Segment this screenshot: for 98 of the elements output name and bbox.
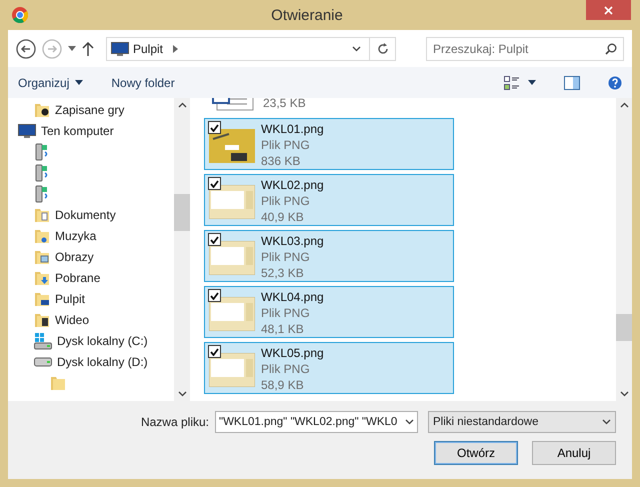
dropdown-arrow-icon bbox=[75, 80, 84, 85]
tree-item[interactable]: Zapisane gry bbox=[55, 102, 124, 116]
help-icon[interactable] bbox=[608, 76, 622, 90]
file-name: WKL03.png bbox=[261, 233, 324, 249]
checkbox[interactable] bbox=[208, 177, 221, 190]
scroll-down-icon bbox=[178, 391, 186, 397]
file-item[interactable]: WKL01.png Plik PNG 836 KB bbox=[204, 118, 454, 170]
scrollbar[interactable] bbox=[616, 98, 632, 401]
nav-button[interactable] bbox=[82, 42, 94, 56]
games-folder-icon bbox=[34, 102, 50, 118]
file-item[interactable]: WKL02.png Plik PNG 40,9 KB bbox=[204, 174, 454, 226]
file-item[interactable]: 23,5 KB bbox=[204, 98, 454, 114]
scroll-up-icon bbox=[620, 102, 628, 108]
checkbox[interactable] bbox=[208, 345, 221, 358]
network-device-icon bbox=[34, 184, 50, 202]
file-item[interactable]: WKL04.png Plik PNG 48,1 KB bbox=[204, 286, 454, 338]
pictures-folder-icon bbox=[34, 248, 50, 264]
scroll-down-icon bbox=[620, 391, 628, 397]
refresh-icon[interactable] bbox=[376, 42, 388, 54]
file-type: Plik PNG bbox=[261, 137, 311, 153]
tree-item[interactable]: Muzyka bbox=[55, 228, 96, 242]
nav-button[interactable] bbox=[16, 38, 36, 58]
tree-item[interactable]: Dysk lokalny (D:) bbox=[57, 354, 148, 368]
tree-item[interactable]: Ten komputer bbox=[41, 124, 114, 138]
view-options-icon[interactable] bbox=[504, 76, 520, 90]
file-type: Plik PNG bbox=[261, 193, 311, 209]
network-device-icon bbox=[34, 142, 50, 160]
file-size: 836 KB bbox=[261, 153, 302, 169]
search-icon bbox=[605, 42, 617, 54]
app-logo-icon bbox=[12, 7, 28, 23]
file-size: 58,9 KB bbox=[261, 377, 305, 393]
dropdown-arrow-icon bbox=[68, 46, 76, 51]
screenshot-thumbnail bbox=[209, 353, 255, 387]
file-name-field[interactable]: "WKL01.png" "WKL02.png" "WKL0 bbox=[215, 411, 418, 433]
scrollbar[interactable] bbox=[174, 98, 190, 401]
close-icon bbox=[604, 6, 614, 14]
file-item[interactable]: WKL03.png Plik PNG 52,3 KB bbox=[204, 230, 454, 282]
desktop-icon bbox=[111, 42, 129, 56]
dialog-button[interactable]: Otwórz bbox=[434, 441, 518, 465]
tree-item[interactable]: Pulpit bbox=[55, 292, 86, 306]
window-title: Otwieranie bbox=[271, 6, 343, 24]
breadcrumb-item[interactable]: Pulpit bbox=[133, 42, 164, 56]
toolbar-button[interactable]: Organizuj bbox=[18, 76, 84, 90]
up-arrow-icon bbox=[82, 42, 94, 56]
desktop-folder-icon bbox=[34, 290, 50, 306]
music-folder-icon bbox=[34, 228, 50, 244]
preview-pane-icon[interactable] bbox=[564, 76, 580, 90]
toolbar-button[interactable]: Nowy folder bbox=[111, 76, 175, 90]
checkmark-icon bbox=[210, 180, 219, 188]
checkmark-icon bbox=[210, 348, 219, 356]
file-type: Plik PNG bbox=[261, 361, 311, 377]
checkbox[interactable] bbox=[208, 233, 221, 246]
screenshot-thumbnail bbox=[209, 297, 255, 331]
system-drive-icon bbox=[34, 332, 52, 350]
computer-icon bbox=[18, 124, 36, 138]
file-size: 52,3 KB bbox=[261, 265, 305, 281]
scroll-up-icon bbox=[178, 102, 186, 108]
file-name: WKL05.png bbox=[261, 345, 324, 361]
tree-item[interactable]: Obrazy bbox=[55, 250, 94, 264]
breadcrumb-arrow-icon bbox=[173, 44, 178, 52]
file-type-dropdown[interactable]: Pliki niestandardowe bbox=[428, 411, 616, 433]
file-name: WKL04.png bbox=[261, 289, 324, 305]
network-device-icon bbox=[34, 164, 50, 182]
documents-folder-icon bbox=[34, 206, 50, 222]
file-name: WKL01.png bbox=[261, 121, 324, 137]
file-size: 23,5 KB bbox=[263, 98, 306, 111]
folder-icon bbox=[50, 374, 66, 390]
address-bar[interactable]: Pulpit bbox=[106, 36, 396, 60]
checkbox[interactable] bbox=[208, 289, 221, 302]
drive-icon bbox=[34, 356, 52, 366]
checkbox[interactable] bbox=[208, 121, 221, 134]
checkmark-icon bbox=[210, 124, 219, 132]
tree-item[interactable]: Pobrane bbox=[55, 270, 100, 284]
history-dropdown-icon bbox=[352, 46, 361, 52]
screenshot-thumbnail bbox=[209, 241, 255, 275]
dropdown-arrow-icon bbox=[528, 80, 536, 85]
tree-item[interactable]: Dokumenty bbox=[55, 208, 116, 222]
image-thumbnail bbox=[209, 129, 255, 163]
file-item[interactable]: WKL05.png Plik PNG 58,9 KB bbox=[204, 342, 454, 394]
video-folder-icon bbox=[34, 312, 50, 328]
nav-button[interactable] bbox=[68, 46, 76, 51]
close-button[interactable] bbox=[586, 0, 632, 20]
downloads-folder-icon bbox=[34, 270, 50, 286]
file-size: 48,1 KB bbox=[261, 321, 305, 337]
file-name: WKL02.png bbox=[261, 177, 324, 193]
file-type: Plik PNG bbox=[261, 305, 311, 321]
dialog-button[interactable]: Anuluj bbox=[532, 441, 616, 465]
scroll-thumb[interactable] bbox=[616, 314, 632, 341]
screenshot-thumbnail bbox=[209, 185, 255, 219]
file-size: 40,9 KB bbox=[261, 209, 305, 225]
checkmark-icon bbox=[210, 292, 219, 300]
file-type: Plik PNG bbox=[261, 249, 311, 265]
scroll-thumb[interactable] bbox=[174, 194, 190, 231]
search-field[interactable]: Przeszukaj: Pulpit bbox=[426, 36, 624, 60]
checkmark-icon bbox=[210, 236, 219, 244]
tree-item[interactable]: Dysk lokalny (C:) bbox=[57, 334, 148, 348]
tree-item[interactable]: Wideo bbox=[55, 312, 90, 326]
file-name-label: Nazwa pliku: bbox=[140, 415, 209, 429]
